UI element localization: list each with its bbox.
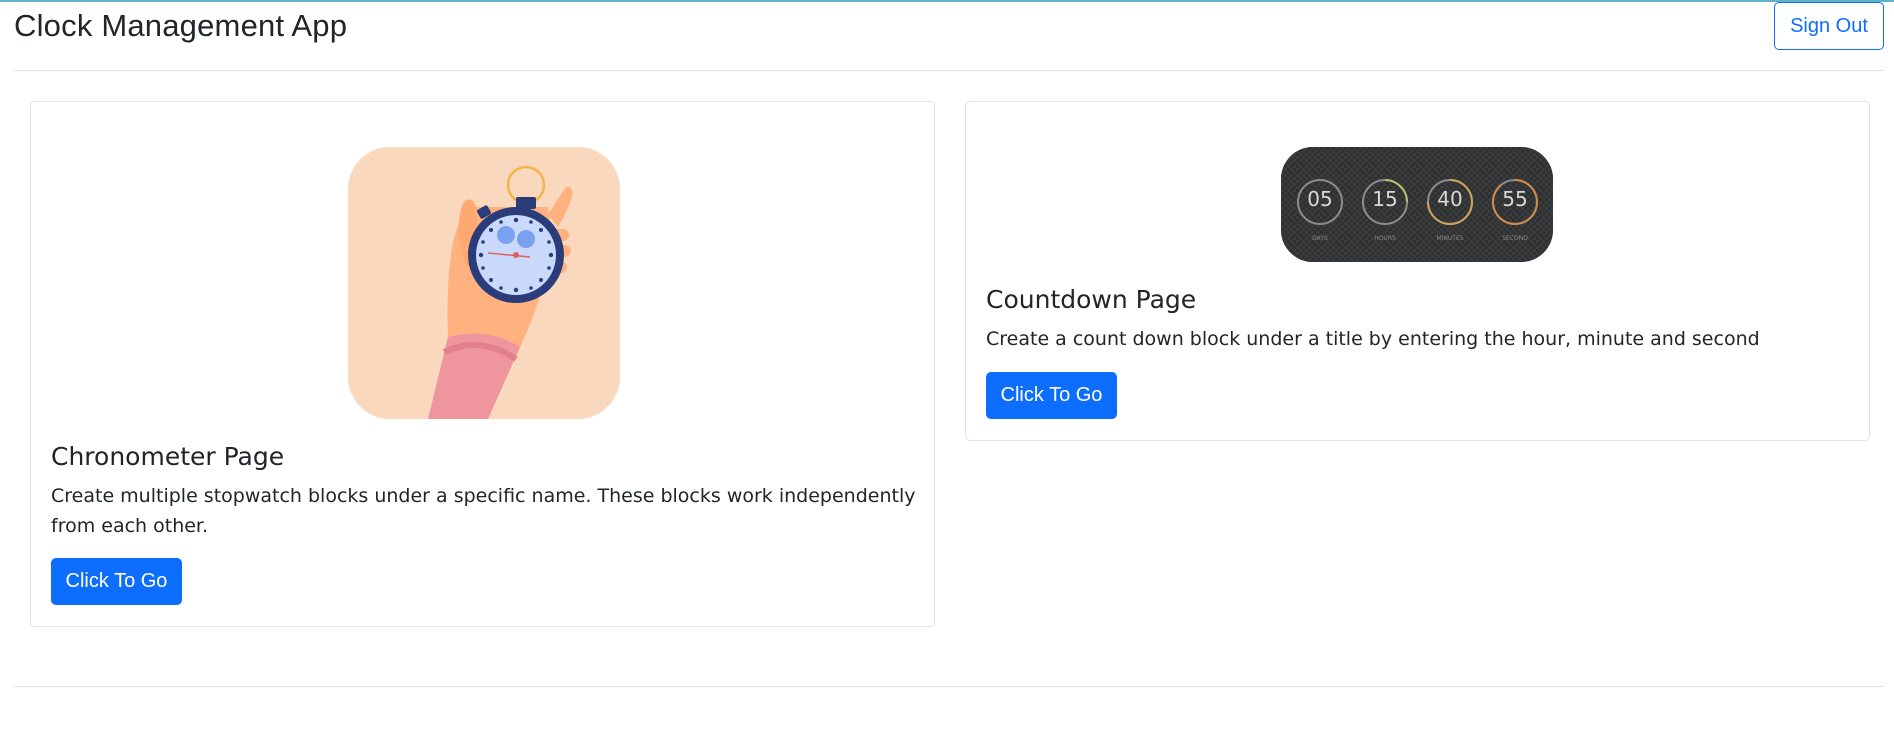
countdown-card: 05 15 40 55 DAYS HOURS MINUTES SECOND Co… bbox=[965, 101, 1870, 441]
countdown-description: Create a count down block under a title … bbox=[986, 328, 1760, 350]
countdown-digits: 05 15 40 55 DAYS HOURS MINUTES SECOND bbox=[1281, 147, 1553, 262]
countdown-minutes-label: MINUTES bbox=[1436, 235, 1464, 242]
sign-out-button[interactable]: Sign Out bbox=[1774, 2, 1884, 50]
chronometer-description: Create multiple stopwatch blocks under a… bbox=[51, 485, 916, 537]
app-title: Clock Management App bbox=[14, 8, 348, 43]
countdown-hours-value: 15 bbox=[1372, 187, 1398, 211]
countdown-hours-label: HOURS bbox=[1374, 235, 1396, 242]
stopwatch-in-hand-icon bbox=[348, 147, 620, 419]
countdown-days-value: 05 bbox=[1307, 187, 1333, 211]
chronometer-card: Chronometer Page Create multiple stopwat… bbox=[30, 101, 935, 627]
footer-divider bbox=[14, 686, 1884, 687]
app-header: Clock Management App Sign Out bbox=[14, 2, 1884, 71]
countdown-timer-icon: 05 15 40 55 DAYS HOURS MINUTES SECOND bbox=[1281, 147, 1553, 262]
countdown-go-button[interactable]: Click To Go bbox=[986, 372, 1117, 419]
countdown-title: Countdown Page bbox=[986, 285, 1197, 314]
countdown-minutes-value: 40 bbox=[1437, 187, 1463, 211]
chronometer-go-button[interactable]: Click To Go bbox=[51, 558, 182, 605]
countdown-seconds-label: SECOND bbox=[1502, 235, 1528, 242]
countdown-seconds-value: 55 bbox=[1502, 187, 1528, 211]
countdown-days-label: DAYS bbox=[1312, 235, 1328, 242]
chronometer-title: Chronometer Page bbox=[51, 442, 285, 471]
